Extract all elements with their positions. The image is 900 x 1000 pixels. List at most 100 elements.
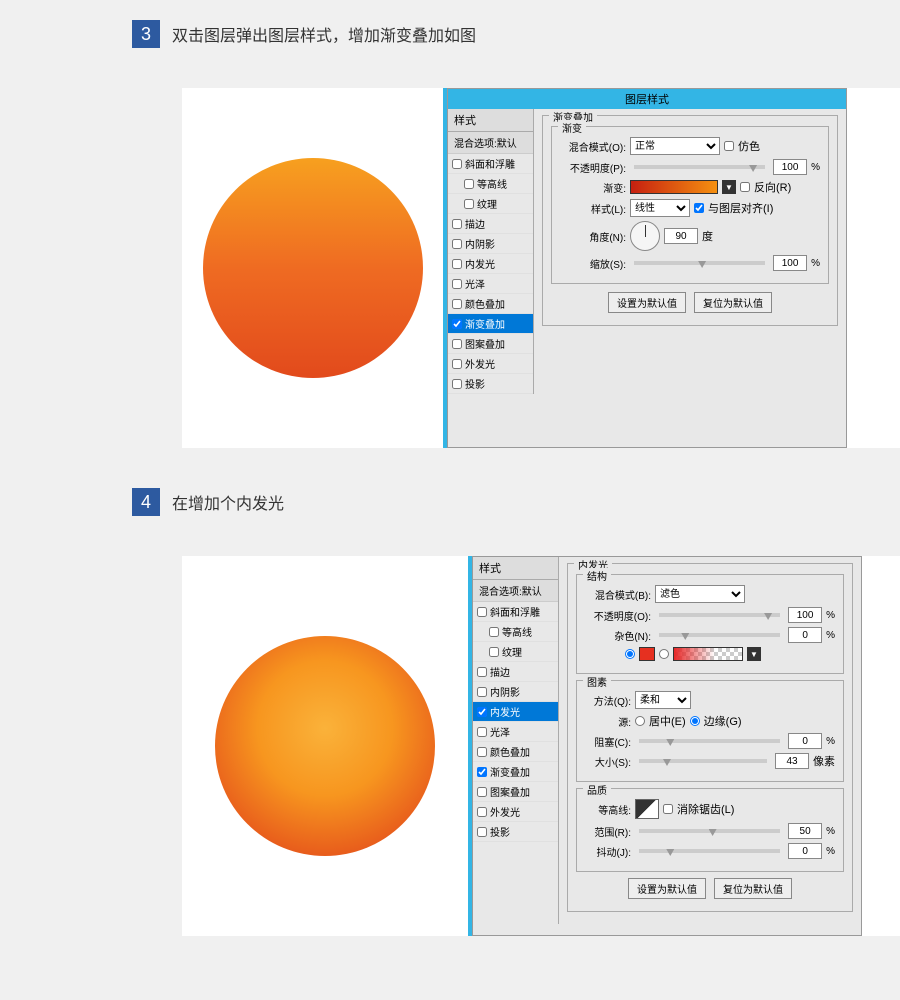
contour-checkbox-2[interactable] (489, 627, 499, 637)
elements-title: 图素 (583, 674, 611, 689)
bevel-checkbox-2[interactable] (477, 607, 487, 617)
style-bevel-2[interactable]: 斜面和浮雕 (473, 602, 558, 622)
jitter-input[interactable] (788, 843, 822, 859)
inner-glow-checkbox[interactable] (452, 259, 462, 269)
pattern-overlay-checkbox[interactable] (452, 339, 462, 349)
style-inner-glow-2[interactable]: 内发光 (473, 702, 558, 722)
style-outer-glow-2[interactable]: 外发光 (473, 802, 558, 822)
antialias-checkbox[interactable] (663, 804, 673, 814)
size-unit: 像素 (813, 753, 835, 769)
source-center-radio[interactable] (635, 716, 645, 726)
style-gradient-overlay[interactable]: 渐变叠加 (448, 314, 533, 334)
style-pattern-overlay[interactable]: 图案叠加 (448, 334, 533, 354)
dialog-title: 图层样式 (448, 89, 846, 109)
step-title-3: 双击图层弹出图层样式，增加渐变叠加如图 (172, 20, 476, 46)
range-slider[interactable] (639, 829, 780, 833)
drop-shadow-label-2: 投影 (490, 824, 510, 839)
color-overlay-checkbox[interactable] (452, 299, 462, 309)
inner-shadow-label: 内阴影 (465, 236, 495, 251)
blend-options-item[interactable]: 混合选项:默认 (448, 132, 533, 154)
noise-slider[interactable] (659, 633, 780, 637)
style-contour-2[interactable]: 等高线 (473, 622, 558, 642)
stroke-checkbox[interactable] (452, 219, 462, 229)
style-gradient-overlay-2[interactable]: 渐变叠加 (473, 762, 558, 782)
style-bevel[interactable]: 斜面和浮雕 (448, 154, 533, 174)
style-color-overlay-2[interactable]: 颜色叠加 (473, 742, 558, 762)
style-texture[interactable]: 纹理 (448, 194, 533, 214)
drop-shadow-checkbox-2[interactable] (477, 827, 487, 837)
gradient-overlay-checkbox[interactable] (452, 319, 462, 329)
align-checkbox[interactable] (694, 203, 704, 213)
inner-shadow-checkbox-2[interactable] (477, 687, 487, 697)
opacity-slider[interactable] (634, 165, 765, 169)
blend-mode-select-2[interactable]: 滤色 (655, 585, 745, 603)
inner-shadow-checkbox[interactable] (452, 239, 462, 249)
method-select[interactable]: 柔和 (635, 691, 691, 709)
style-outer-glow[interactable]: 外发光 (448, 354, 533, 374)
gradient-preview[interactable] (630, 180, 718, 194)
outer-glow-checkbox[interactable] (452, 359, 462, 369)
choke-slider[interactable] (639, 739, 780, 743)
style-inner-shadow[interactable]: 内阴影 (448, 234, 533, 254)
style-stroke[interactable]: 描边 (448, 214, 533, 234)
set-default-button-2[interactable]: 设置为默认值 (628, 878, 706, 899)
reset-default-button[interactable]: 复位为默认值 (694, 292, 772, 313)
size-slider[interactable] (639, 759, 767, 763)
style-pattern-overlay-2[interactable]: 图案叠加 (473, 782, 558, 802)
range-input[interactable] (788, 823, 822, 839)
opacity-input-2[interactable] (788, 607, 822, 623)
style-contour[interactable]: 等高线 (448, 174, 533, 194)
dither-checkbox[interactable] (724, 141, 734, 151)
texture-checkbox[interactable] (464, 199, 474, 209)
drop-shadow-checkbox[interactable] (452, 379, 462, 389)
style-stroke-2[interactable]: 描边 (473, 662, 558, 682)
bevel-label: 斜面和浮雕 (465, 156, 515, 171)
contour-preview[interactable] (635, 799, 659, 819)
satin-checkbox-2[interactable] (477, 727, 487, 737)
choke-input[interactable] (788, 733, 822, 749)
texture-checkbox-2[interactable] (489, 647, 499, 657)
gradient-dropdown-icon[interactable]: ▼ (722, 180, 736, 194)
gradient-radio[interactable] (659, 649, 669, 659)
scale-input[interactable] (773, 255, 807, 271)
scale-slider[interactable] (634, 261, 765, 265)
blend-options-item-2[interactable]: 混合选项:默认 (473, 580, 558, 602)
style-drop-shadow-2[interactable]: 投影 (473, 822, 558, 842)
style-satin-2[interactable]: 光泽 (473, 722, 558, 742)
jitter-slider[interactable] (639, 849, 780, 853)
set-default-button[interactable]: 设置为默认值 (608, 292, 686, 313)
style-inner-glow[interactable]: 内发光 (448, 254, 533, 274)
opacity-input[interactable] (773, 159, 807, 175)
satin-checkbox[interactable] (452, 279, 462, 289)
step-number-4: 4 (132, 488, 160, 516)
bevel-checkbox[interactable] (452, 159, 462, 169)
angle-dial[interactable] (630, 221, 660, 251)
outer-glow-checkbox-2[interactable] (477, 807, 487, 817)
blend-mode-select[interactable]: 正常 (630, 137, 720, 155)
contour-checkbox[interactable] (464, 179, 474, 189)
style-satin[interactable]: 光泽 (448, 274, 533, 294)
reset-default-button-2[interactable]: 复位为默认值 (714, 878, 792, 899)
style-drop-shadow[interactable]: 投影 (448, 374, 533, 394)
color-overlay-checkbox-2[interactable] (477, 747, 487, 757)
glow-gradient-dropdown-icon[interactable]: ▼ (747, 647, 761, 661)
pattern-overlay-checkbox-2[interactable] (477, 787, 487, 797)
source-edge-radio[interactable] (690, 716, 700, 726)
angle-input[interactable] (664, 228, 698, 244)
opacity-slider-2[interactable] (659, 613, 780, 617)
stroke-checkbox-2[interactable] (477, 667, 487, 677)
inner-glow-label: 内发光 (465, 256, 495, 271)
reverse-checkbox[interactable] (740, 182, 750, 192)
size-input[interactable] (775, 753, 809, 769)
gradient-overlay-checkbox-2[interactable] (477, 767, 487, 777)
glow-gradient-preview[interactable] (673, 647, 743, 661)
color-radio[interactable] (625, 649, 635, 659)
noise-input[interactable] (788, 627, 822, 643)
style-inner-shadow-2[interactable]: 内阴影 (473, 682, 558, 702)
step-title-4: 在增加个内发光 (172, 488, 284, 514)
inner-glow-checkbox-2[interactable] (477, 707, 487, 717)
style-texture-2[interactable]: 纹理 (473, 642, 558, 662)
style-color-overlay[interactable]: 颜色叠加 (448, 294, 533, 314)
glow-color-swatch[interactable] (639, 647, 655, 661)
style-select[interactable]: 线性 (630, 199, 690, 217)
